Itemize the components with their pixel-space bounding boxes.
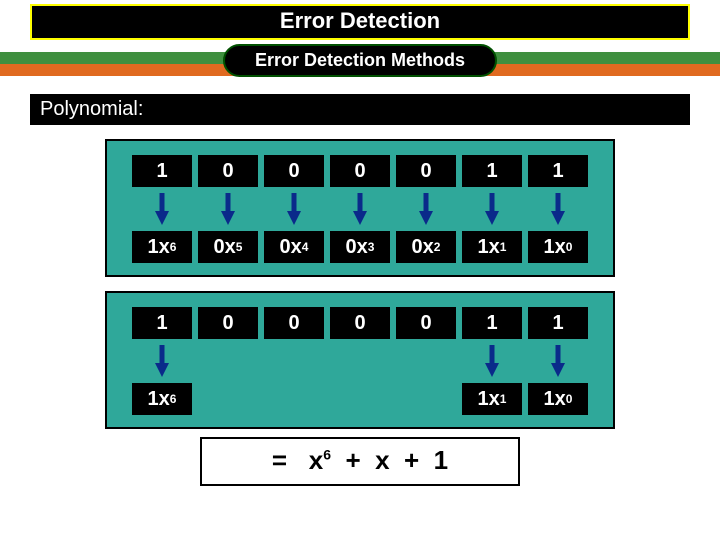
bit-cell: 0: [198, 307, 258, 339]
down-arrow-icon: [198, 191, 258, 225]
down-arrow-icon: [528, 343, 588, 377]
result-box: = x6 + x + 1: [200, 437, 520, 486]
terms-row-full: 1x60x50x40x30x21x11x0: [117, 231, 603, 263]
bit-cell: 1: [528, 307, 588, 339]
result-x1: x: [375, 445, 389, 475]
bit-cell: 0: [264, 155, 324, 187]
terms-row-kept: 1x60x50x40x30x21x11x0: [117, 383, 603, 415]
result-one: 1: [434, 445, 448, 475]
down-arrow-icon: [132, 343, 192, 377]
bit-cell: 0: [396, 155, 456, 187]
term-cell: 0x4: [264, 231, 324, 263]
bit-cell: 1: [132, 307, 192, 339]
bit-cell: 1: [132, 155, 192, 187]
result-plus-1: +: [345, 445, 360, 475]
panel-bits-to-kept: 1000011 1x60x50x40x30x21x11x0: [105, 291, 615, 429]
term-cell: 0x5: [198, 231, 258, 263]
result-eq: =: [272, 445, 287, 475]
polynomial-label: Polynomial:: [40, 98, 143, 120]
term-cell: 0x3: [330, 231, 390, 263]
bits-row-1: 1000011: [117, 155, 603, 187]
term-cell-kept: 1x0: [528, 383, 588, 415]
subtitle-pill: Error Detection Methods: [223, 44, 497, 77]
bit-cell: 0: [330, 307, 390, 339]
bit-cell: 1: [528, 155, 588, 187]
term-cell: 1x1: [462, 231, 522, 263]
down-arrow-icon: [330, 191, 390, 225]
bits-row-2: 1000011: [117, 307, 603, 339]
down-arrow-icon: [396, 191, 456, 225]
bit-cell: 0: [330, 155, 390, 187]
down-arrow-icon: [462, 191, 522, 225]
slide-title-box: Error Detection: [30, 4, 690, 40]
down-arrow-icon: [462, 343, 522, 377]
bit-cell: 0: [396, 307, 456, 339]
down-arrow-icon: [132, 191, 192, 225]
result-plus-2: +: [404, 445, 419, 475]
panel-bits-to-terms: 1000011 1x60x50x40x30x21x11x0: [105, 139, 615, 277]
term-cell: 1x6: [132, 231, 192, 263]
arrow-row-1: [117, 191, 603, 225]
result-x6: x6: [309, 445, 331, 475]
down-arrow-icon: [264, 191, 324, 225]
stripe-header: Error Detection Methods: [0, 46, 720, 86]
polynomial-label-bar: Polynomial:: [30, 94, 690, 125]
bit-cell: 0: [198, 155, 258, 187]
slide-title: Error Detection: [280, 8, 440, 33]
term-cell-kept: 1x1: [462, 383, 522, 415]
term-cell: 0x2: [396, 231, 456, 263]
bit-cell: 1: [462, 307, 522, 339]
down-arrow-icon: [528, 191, 588, 225]
arrow-row-2: [117, 343, 603, 377]
bit-cell: 0: [264, 307, 324, 339]
bit-cell: 1: [462, 155, 522, 187]
term-cell-kept: 1x6: [132, 383, 192, 415]
subtitle-text: Error Detection Methods: [255, 50, 465, 70]
term-cell: 1x0: [528, 231, 588, 263]
